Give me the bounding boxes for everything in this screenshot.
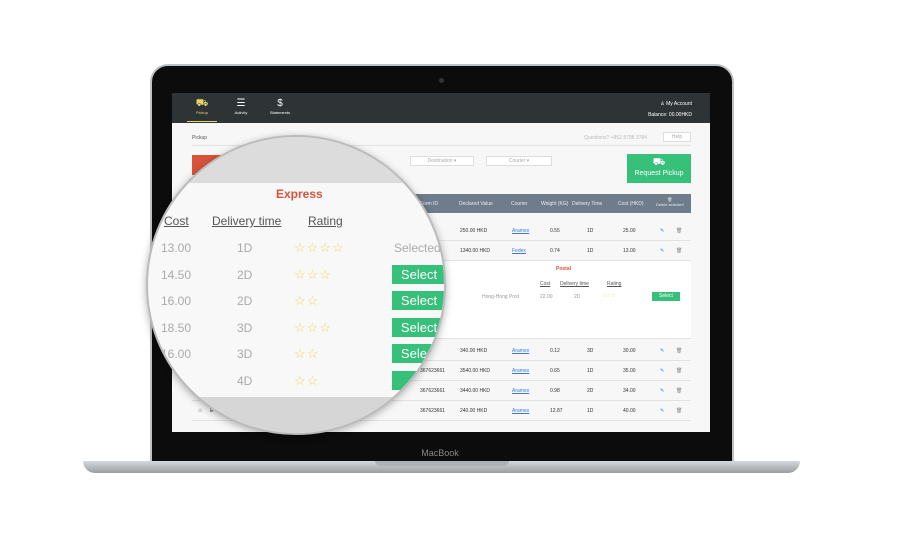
weight: 0.74 xyxy=(550,248,560,254)
express-cost: 16.00 xyxy=(161,347,192,361)
balance: Balance: 00.00HKD xyxy=(648,112,692,118)
express-time: 2D xyxy=(237,267,253,282)
laptop-notch xyxy=(375,461,509,466)
express-cost: 13.00 xyxy=(161,241,192,255)
postal-select-button[interactable]: Select xyxy=(652,292,680,301)
express-cost: 16.00 xyxy=(161,294,192,308)
express-select-button[interactable]: S xyxy=(392,370,444,390)
request-pickup-button[interactable]: ⛟ Request Pickup xyxy=(627,154,691,183)
rating-stars: ☆☆☆ xyxy=(602,293,616,299)
declared-value: 250.00 HKD xyxy=(460,228,488,234)
express-select-button[interactable]: Select xyxy=(392,317,444,337)
top-nav: ⛟ Pickup ☰ Activity $ Statements ♙ My Accou… xyxy=(172,93,710,123)
delivery-time: 1D xyxy=(587,228,594,234)
selected-label: Selected xyxy=(394,241,441,255)
trash-icon[interactable]: 🗑 xyxy=(676,348,682,354)
trash-icon[interactable]: 🗑 xyxy=(676,228,682,234)
rating-stars: ☆☆ xyxy=(294,293,320,308)
cost: 13.00 xyxy=(623,248,636,254)
courier-link[interactable]: Aramex xyxy=(512,408,529,414)
camera xyxy=(439,78,444,83)
truck-icon: ⛟ xyxy=(652,157,666,168)
weight: 0.98 xyxy=(550,388,560,394)
rating-stars: ☆☆ xyxy=(294,346,320,361)
cost: 35.00 xyxy=(623,368,636,374)
dollar-icon: $ xyxy=(277,98,283,109)
rating-stars: ☆☆ xyxy=(294,372,320,388)
questions-phone: Questions? +852 8798 3784 xyxy=(584,135,647,141)
rating-stars: ☆☆☆ xyxy=(294,319,332,335)
express-time: 1D xyxy=(237,241,253,255)
list-icon: ☰ xyxy=(236,98,246,109)
courier-link[interactable]: Aramex xyxy=(512,388,529,394)
cost: 40.00 xyxy=(623,408,636,414)
edit-icon[interactable]: ✎ xyxy=(660,368,664,374)
nav-activity[interactable]: ☰ Activity xyxy=(226,98,256,115)
trash-icon[interactable]: 🗑 xyxy=(676,368,682,374)
edit-icon[interactable]: ✎ xyxy=(660,348,664,354)
declared-value: 3540.00 HKD xyxy=(460,368,491,374)
courier-dropdown[interactable]: Courier ▾ xyxy=(486,156,552,166)
delivery-time: 3D xyxy=(587,348,594,354)
cost: 25.00 xyxy=(623,228,636,234)
express-cost: 18.50 xyxy=(161,320,192,335)
edit-icon[interactable]: ✎ xyxy=(660,248,664,254)
weight: 0.55 xyxy=(550,228,560,234)
express-select-button[interactable]: Select xyxy=(392,291,444,310)
nav-statements[interactable]: $ Statements xyxy=(265,98,295,115)
delivery-time: 1D xyxy=(587,368,594,374)
edit-icon[interactable]: ✎ xyxy=(660,408,664,414)
magnifier-express-options: Express Cost Delivery time Rating 13.00 … xyxy=(146,135,446,435)
help-button[interactable]: Help xyxy=(663,132,691,142)
delivery-time: 1D xyxy=(587,248,594,254)
express-select-button[interactable]: Select xyxy=(392,344,444,363)
nav-pickup[interactable]: ⛟ Pickup xyxy=(187,98,217,122)
express-title: Express xyxy=(276,187,323,201)
express-time: 4D xyxy=(237,373,253,388)
courier-link[interactable]: Fedex xyxy=(512,248,526,254)
trash-icon[interactable]: 🗑 xyxy=(676,248,682,254)
edit-icon[interactable]: ✎ xyxy=(660,388,664,394)
delivery-time: 1D xyxy=(587,408,594,414)
declared-value: 240.00 HKD xyxy=(460,408,488,414)
account-menu[interactable]: ♙ My Account Balance: 00.00HKD xyxy=(648,99,692,121)
express-time: 3D xyxy=(237,347,253,361)
express-cost: 00 xyxy=(161,373,175,388)
cost: 30.00 xyxy=(623,348,636,354)
declared-value: 1340.00 HKD xyxy=(460,248,491,254)
rating-stars: ☆☆☆☆ xyxy=(294,240,345,255)
weight: 12.87 xyxy=(550,408,563,414)
declared-value: 3440.00 HKD xyxy=(460,388,491,394)
cost: 34.00 xyxy=(623,388,636,394)
delivery-time: 2D xyxy=(587,388,594,394)
courier-link[interactable]: Aramex xyxy=(512,228,529,234)
express-select-button[interactable]: Select xyxy=(392,264,444,284)
express-time: 2D xyxy=(237,294,253,308)
delete-selected-button[interactable]: 🗑 Delete selected xyxy=(656,197,684,207)
weight: 0.65 xyxy=(550,368,560,374)
edit-icon[interactable]: ✎ xyxy=(660,228,664,234)
weight: 0.12 xyxy=(550,348,560,354)
express-time: 3D xyxy=(237,320,253,335)
courier-link[interactable]: Aramex xyxy=(512,348,529,354)
courier-link[interactable]: Aramex xyxy=(512,368,529,374)
trash-icon[interactable]: 🗑 xyxy=(676,408,682,414)
trash-icon[interactable]: 🗑 xyxy=(676,388,682,394)
rating-stars: ☆☆☆ xyxy=(294,266,332,282)
truck-icon: ⛟ xyxy=(195,98,209,109)
declared-value: 340.00 HKD xyxy=(460,348,488,354)
express-cost: 14.50 xyxy=(161,267,192,282)
brand-label: MacBook xyxy=(421,448,459,458)
